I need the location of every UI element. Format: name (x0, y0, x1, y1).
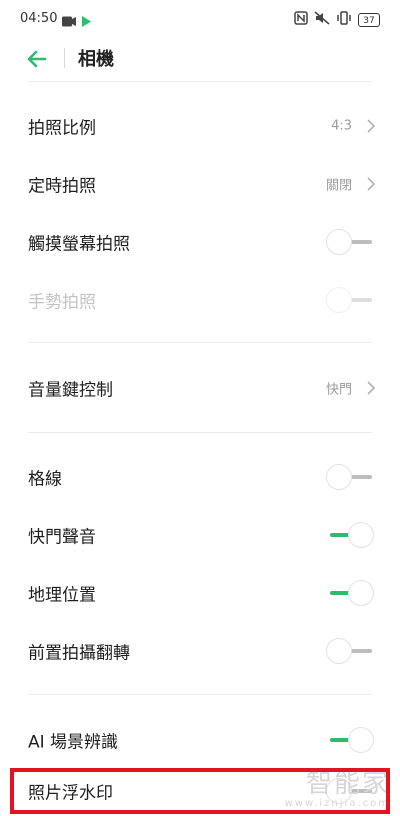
mute-icon (314, 10, 330, 29)
setting-timer[interactable]: 定時拍照 關閉 (0, 156, 400, 212)
setting-photo-ratio[interactable]: 拍照比例 4:3 (0, 98, 400, 154)
header-divider-line (28, 81, 372, 82)
setting-label: 格線 (28, 469, 62, 490)
page-title: 相機 (78, 49, 114, 70)
chevron-right-icon (364, 177, 378, 191)
setting-label: 手勢拍照 (28, 292, 96, 313)
toggle-switch[interactable] (326, 777, 376, 805)
battery-icon: 37 (358, 12, 380, 27)
header-divider (64, 48, 65, 68)
app-header: 相機 (0, 36, 400, 82)
section-divider (28, 694, 372, 695)
toggle-switch[interactable] (326, 726, 376, 754)
setting-shutter-sound: 快門聲音 (0, 507, 400, 563)
setting-front-mirror: 前置拍攝翻轉 (0, 623, 400, 679)
chevron-right-icon (364, 119, 378, 133)
setting-label: AI 場景辨識 (28, 732, 119, 753)
status-bar: 04:50 37 (0, 0, 400, 36)
setting-label: 音量鍵控制 (28, 380, 113, 401)
toggle-switch (326, 286, 376, 314)
section-divider (28, 432, 372, 433)
setting-value: 4:3 (331, 118, 352, 134)
toggle-switch[interactable] (326, 463, 376, 491)
nfc-icon (294, 10, 308, 29)
setting-label: 快門聲音 (28, 527, 96, 548)
setting-location: 地理位置 (0, 565, 400, 621)
play-icon (82, 12, 91, 31)
setting-grid: 格線 (0, 449, 400, 505)
status-time: 04:50 (20, 11, 58, 26)
setting-photo-watermark: 照片浮水印 (0, 768, 400, 814)
toggle-switch[interactable] (326, 579, 376, 607)
setting-touch-capture: 觸摸螢幕拍照 (0, 214, 400, 270)
setting-value: 快門 (325, 382, 352, 398)
section-divider (28, 342, 372, 343)
toggle-switch[interactable] (326, 637, 376, 665)
setting-value: 關閉 (325, 178, 352, 194)
setting-label: 定時拍照 (28, 176, 96, 197)
setting-label: 照片浮水印 (28, 783, 113, 804)
setting-ai-scene: AI 場景辨識 (0, 712, 400, 768)
setting-label: 前置拍攝翻轉 (28, 643, 130, 664)
toggle-switch[interactable] (326, 228, 376, 256)
setting-label: 觸摸螢幕拍照 (28, 234, 130, 255)
chevron-right-icon (364, 381, 378, 395)
setting-label: 拍照比例 (28, 118, 96, 139)
setting-gesture-capture: 手勢拍照 (0, 272, 400, 328)
back-arrow-icon[interactable] (24, 46, 50, 72)
vibrate-icon (336, 10, 352, 29)
setting-label: 地理位置 (28, 585, 96, 606)
video-icon (62, 12, 76, 31)
toggle-switch[interactable] (326, 521, 376, 549)
setting-volume-key[interactable]: 音量鍵控制 快門 (0, 360, 400, 416)
